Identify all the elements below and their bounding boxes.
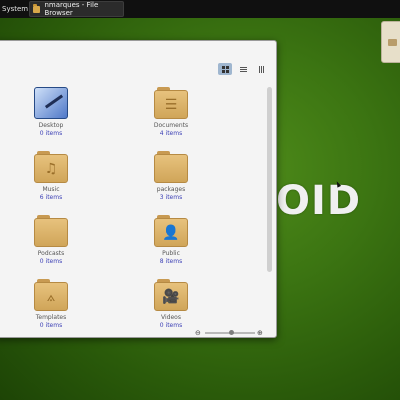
zoom-in-icon[interactable]: ⊕: [257, 329, 263, 337]
item-count: 3 items: [159, 194, 183, 201]
system-menu[interactable]: System: [0, 5, 28, 13]
zoom-out-icon[interactable]: ⊖: [195, 329, 201, 337]
documents-folder-icon: ☰: [154, 87, 188, 119]
column-view-button[interactable]: [254, 63, 268, 75]
item-name: Podcasts: [37, 250, 65, 257]
grid-view-icon: [221, 65, 229, 73]
list-view-icon: [239, 66, 247, 72]
file-item-packages[interactable]: packages 3 items: [141, 151, 201, 201]
item-count: 0 items: [159, 322, 183, 329]
taskbar-label: nmarques - File Browser: [44, 1, 99, 17]
file-item-documents[interactable]: ☰ Documents 4 items: [141, 87, 201, 137]
file-item-public[interactable]: 👤 Public 8 items: [141, 215, 201, 265]
item-name: Public: [162, 250, 180, 257]
item-count: 6 items: [39, 194, 63, 201]
list-view-button[interactable]: [236, 63, 250, 75]
view-mode-toolbar: [218, 63, 268, 75]
file-item-templates[interactable]: ⟑ Templates 0 items: [21, 279, 81, 329]
launcher-icon: [387, 38, 397, 46]
item-count: 0 items: [39, 258, 63, 265]
item-name: Documents: [153, 122, 189, 129]
item-count: 0 items: [39, 130, 63, 137]
vertical-scrollbar[interactable]: [267, 87, 272, 272]
folder-icon: [154, 151, 188, 183]
templates-folder-icon: ⟑: [34, 279, 68, 311]
file-item-videos[interactable]: 🎥 Videos 0 items: [141, 279, 201, 329]
public-folder-icon: 👤: [154, 215, 188, 247]
item-name: Desktop: [38, 122, 64, 129]
item-name: Music: [42, 186, 60, 193]
taskbar-file-browser[interactable]: nmarques - File Browser: [29, 1, 124, 17]
file-item-music[interactable]: ♫ Music 6 items: [21, 151, 81, 201]
folder-icon: [34, 215, 68, 247]
top-panel: System nmarques - File Browser: [0, 0, 400, 18]
item-count: 4 items: [159, 130, 183, 137]
icon-view-button[interactable]: [218, 63, 232, 75]
item-name: Videos: [161, 314, 181, 321]
zoom-slider[interactable]: ⊖ ⊕: [195, 329, 267, 337]
desktop-icon: [34, 87, 68, 119]
file-browser-window: Desktop 0 items ☰ Documents 4 items ♫ Mu…: [0, 40, 277, 338]
item-count: 8 items: [159, 258, 183, 265]
zoom-knob[interactable]: [229, 330, 234, 335]
column-view-icon: [258, 65, 264, 73]
file-item-desktop[interactable]: Desktop 0 items: [21, 87, 81, 137]
music-folder-icon: ♫: [34, 151, 68, 183]
file-item-podcasts[interactable]: Podcasts 0 items: [21, 215, 81, 265]
videos-folder-icon: 🎥: [154, 279, 188, 311]
desktop-logo: OID: [276, 178, 362, 224]
desktop-launcher[interactable]: [381, 21, 400, 63]
item-name: Templates: [35, 314, 67, 321]
item-count: 0 items: [39, 322, 63, 329]
folder-icon: [33, 3, 41, 13]
item-name: packages: [156, 186, 186, 193]
